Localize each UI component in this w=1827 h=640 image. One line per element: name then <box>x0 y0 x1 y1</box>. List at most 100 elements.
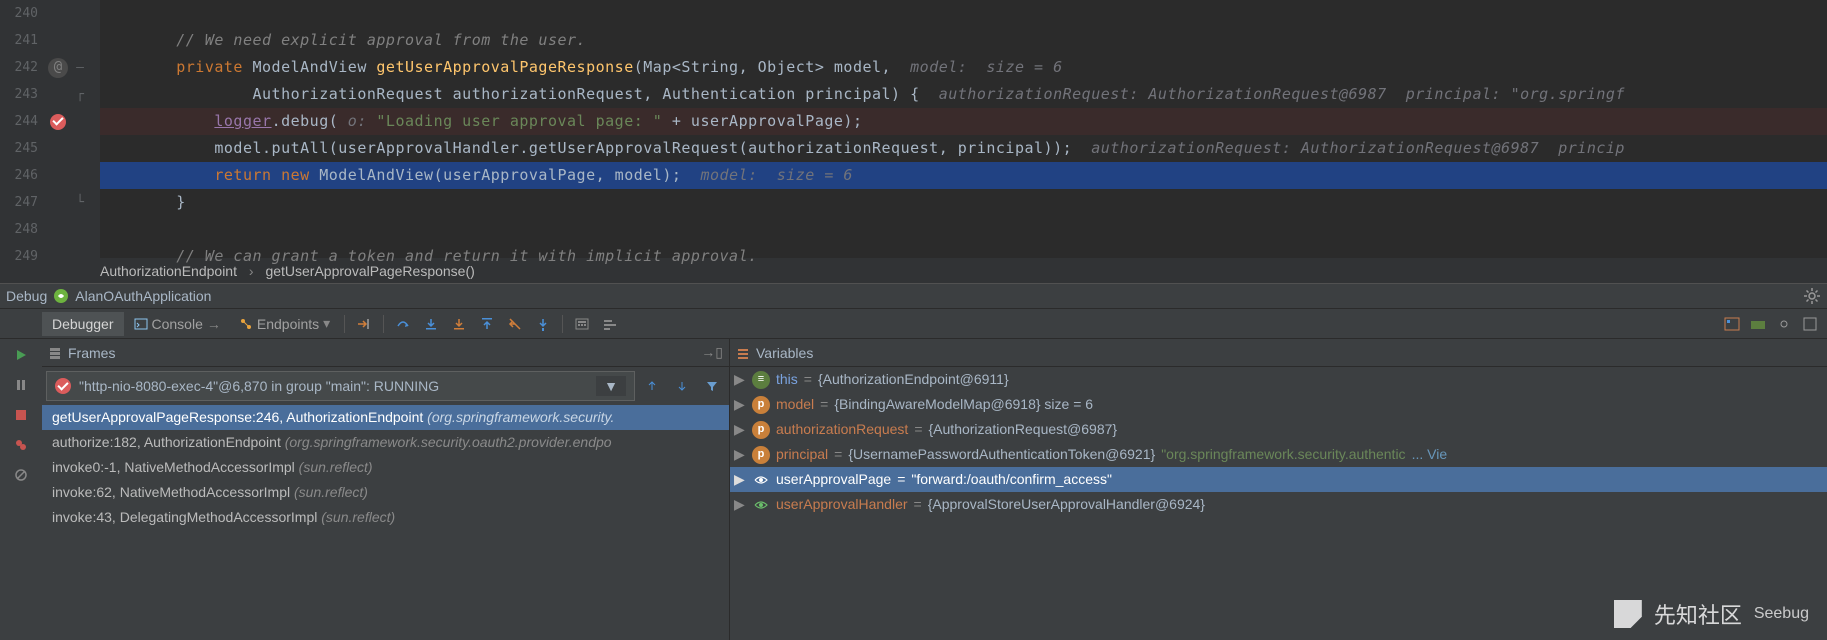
force-step-into-button[interactable] <box>446 311 472 337</box>
mute-breakpoints-button[interactable] <box>11 465 31 485</box>
debug-tool-window-title[interactable]: Debug AlanOAuthApplication <box>0 283 1827 309</box>
line-number: 240 <box>0 0 44 27</box>
parameter-icon: p <box>752 396 770 414</box>
show-execution-point-button[interactable] <box>351 311 377 337</box>
line-number: 243 <box>0 81 44 108</box>
inline-hint: model: size = 6 <box>910 58 1063 76</box>
fold-icon[interactable]: ┌ <box>72 81 88 108</box>
restore-layout-icon[interactable]: →▯ <box>701 344 723 361</box>
trace-button[interactable] <box>597 311 623 337</box>
code-editor[interactable]: 240 241 // We need explicit approval fro… <box>0 0 1827 257</box>
resume-button[interactable] <box>11 345 31 365</box>
expand-icon[interactable]: ▶ <box>734 367 746 392</box>
field-icon <box>752 471 770 489</box>
tab-endpoints[interactable]: Endpoints ▾ <box>231 311 338 337</box>
code-line[interactable]: 240 <box>0 0 1827 27</box>
expand-icon[interactable]: ▶ <box>734 467 746 492</box>
code-line[interactable]: 243┌ AuthorizationRequest authorizationR… <box>0 81 1827 108</box>
code-line[interactable]: 244 logger.debug( o: "Loading user appro… <box>0 108 1827 135</box>
override-icon[interactable]: @ <box>48 58 68 78</box>
variable-item[interactable]: ▶ userApprovalPage = "forward:/oauth/con… <box>730 467 1827 492</box>
gear-icon[interactable] <box>1803 287 1821 305</box>
frame-item[interactable]: invoke:62, NativeMethodAccessorImpl (sun… <box>42 480 729 505</box>
code-comment: // We need explicit approval from the us… <box>176 31 586 49</box>
fold-icon[interactable]: — <box>72 54 88 81</box>
line-number: 244 <box>0 108 44 135</box>
keyword: private <box>176 58 243 76</box>
tab-debugger[interactable]: Debugger <box>42 312 124 336</box>
settings-icon[interactable] <box>1775 315 1793 333</box>
step-over-button[interactable] <box>390 311 416 337</box>
code-line[interactable]: 242@— private ModelAndView getUserApprov… <box>0 54 1827 81</box>
expand-icon[interactable]: ▶ <box>734 392 746 417</box>
code-line[interactable]: 245 model.putAll(userApprovalHandler.get… <box>0 135 1827 162</box>
watermark: 先知社区 Seebug <box>1614 598 1809 630</box>
expand-icon[interactable]: ▶ <box>734 492 746 517</box>
line-number: 246 <box>0 162 44 189</box>
run-to-cursor-button[interactable] <box>530 311 556 337</box>
variable-item[interactable]: ▶ p principal = {UsernamePasswordAuthent… <box>730 442 1827 467</box>
frames-icon <box>48 346 62 360</box>
frame-item[interactable]: getUserApprovalPageResponse:246, Authori… <box>42 405 729 430</box>
filter-frames-button[interactable] <box>699 373 725 399</box>
code-line[interactable]: 247└ } <box>0 189 1827 216</box>
code-line[interactable]: 249 // We can grant a token and return i… <box>0 243 1827 270</box>
line-number: 241 <box>0 27 44 54</box>
breakpoint-icon[interactable] <box>50 114 66 130</box>
frame-item[interactable]: authorize:182, AuthorizationEndpoint (or… <box>42 430 729 455</box>
drop-frame-button[interactable] <box>502 311 528 337</box>
parameter-icon: p <box>752 446 770 464</box>
line-number: 245 <box>0 135 44 162</box>
thread-name: "http-nio-8080-exec-4"@6,870 in group "m… <box>79 378 439 394</box>
step-into-button[interactable] <box>418 311 444 337</box>
view-breakpoints-button[interactable] <box>11 435 31 455</box>
variable-item[interactable]: ▶ ≡ this = {AuthorizationEndpoint@6911} <box>730 367 1827 392</box>
object-icon: ≡ <box>752 371 770 389</box>
method-name: getUserApprovalPageResponse <box>376 58 633 76</box>
step-out-button[interactable] <box>474 311 500 337</box>
frame-item[interactable]: invoke0:-1, NativeMethodAccessorImpl (su… <box>42 455 729 480</box>
pause-button[interactable] <box>11 375 31 395</box>
field-icon <box>752 496 770 514</box>
variable-item[interactable]: ▶ p authorizationRequest = {Authorizatio… <box>730 417 1827 442</box>
breakpoint-icon <box>55 378 71 394</box>
fold-icon[interactable]: └ <box>72 189 88 216</box>
line-number: 247 <box>0 189 44 216</box>
run-config-name: AlanOAuthApplication <box>75 288 211 304</box>
tab-console[interactable]: Console → <box>126 311 229 337</box>
variable-item[interactable]: ▶ userApprovalHandler = {ApprovalStoreUs… <box>730 492 1827 517</box>
variable-item[interactable]: ▶ p model = {BindingAwareModelMap@6918} … <box>730 392 1827 417</box>
watermark-logo-icon <box>1614 600 1642 628</box>
code-line-current[interactable]: 246 return new ModelAndView(userApproval… <box>0 162 1827 189</box>
debug-actions-rail <box>0 339 42 640</box>
chevron-down-icon[interactable]: ▼ <box>596 376 626 396</box>
code-comment: // We can grant a token and return it wi… <box>176 247 757 265</box>
frames-title: Frames <box>68 345 115 361</box>
prev-frame-button[interactable] <box>639 373 665 399</box>
thread-selector[interactable]: "http-nio-8080-exec-4"@6,870 in group "m… <box>46 371 635 401</box>
evaluate-expression-button[interactable] <box>569 311 595 337</box>
variables-title: Variables <box>756 345 813 361</box>
frame-item[interactable]: invoke:43, DelegatingMethodAccessorImpl … <box>42 505 729 530</box>
stop-button[interactable] <box>11 405 31 425</box>
line-number: 249 <box>0 243 44 270</box>
view-link[interactable]: ... Vie <box>1412 442 1448 467</box>
code-line[interactable]: 248 <box>0 216 1827 243</box>
variables-icon <box>736 346 750 360</box>
code-line[interactable]: 241 // We need explicit approval from th… <box>0 27 1827 54</box>
expand-icon[interactable]: ▶ <box>734 417 746 442</box>
frames-panel: Frames →▯ "http-nio-8080-exec-4"@6,870 i… <box>42 339 730 640</box>
debug-title-label: Debug <box>6 288 47 304</box>
memory-view-icon[interactable] <box>1723 315 1741 333</box>
line-number: 242 <box>0 54 44 81</box>
pin-icon[interactable] <box>1801 315 1819 333</box>
debug-toolbar: Debugger Console → Endpoints ▾ <box>0 309 1827 339</box>
parameter-icon: p <box>752 421 770 439</box>
overhead-icon[interactable] <box>1749 315 1767 333</box>
frame-list[interactable]: getUserApprovalPageResponse:246, Authori… <box>42 405 729 640</box>
variables-panel: Variables ▶ ≡ this = {AuthorizationEndpo… <box>730 339 1827 640</box>
inline-hint: authorizationRequest: AuthorizationReque… <box>939 85 1625 103</box>
expand-icon[interactable]: ▶ <box>734 442 746 467</box>
next-frame-button[interactable] <box>669 373 695 399</box>
line-number: 248 <box>0 216 44 243</box>
